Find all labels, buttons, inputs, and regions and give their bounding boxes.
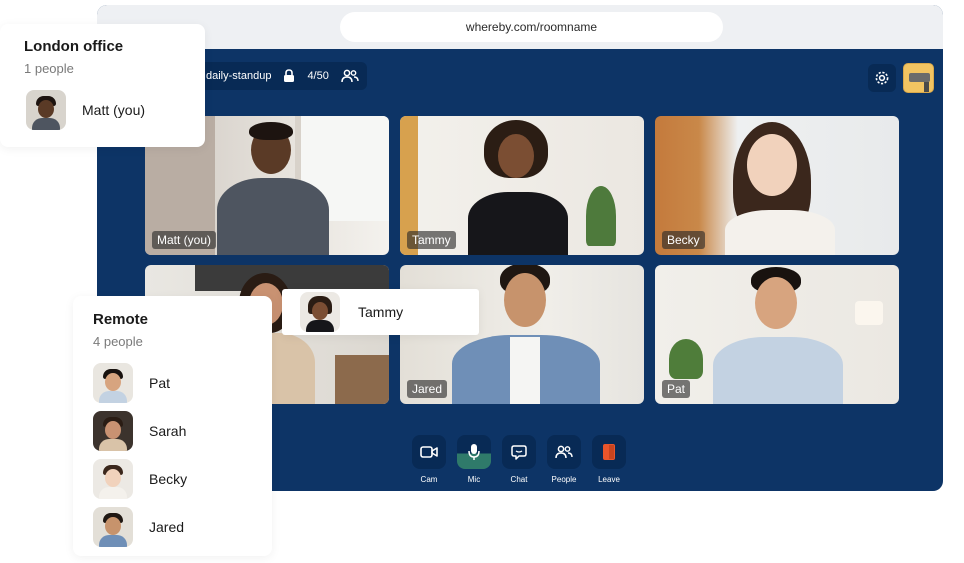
avatar — [93, 411, 133, 451]
mic-button[interactable] — [457, 435, 491, 469]
self-view-thumbnail[interactable] — [903, 63, 934, 93]
participant-name-tag: Becky — [662, 231, 705, 249]
member-item[interactable]: Sarah — [93, 411, 272, 451]
microphone-icon — [468, 444, 480, 460]
london-office-card: London office 1 people Matt (you) — [0, 24, 205, 147]
mic-control[interactable]: Mic — [456, 435, 492, 484]
room-name: daily-standup — [206, 70, 272, 82]
remote-card: Remote 4 people Pat Sarah Becky Jared — [73, 296, 272, 556]
member-name: Sarah — [149, 423, 187, 439]
member-name: Jared — [149, 519, 185, 535]
avatar — [26, 90, 66, 130]
group-title: Remote — [93, 311, 149, 328]
member-name: Pat — [149, 375, 171, 391]
people-button[interactable] — [547, 435, 581, 469]
avatar — [93, 363, 133, 403]
participant-name-tag: Pat — [662, 380, 691, 398]
avatar — [300, 292, 340, 332]
people-icon — [555, 445, 573, 459]
member-item[interactable]: Jared — [93, 507, 272, 547]
room-info-bar: daily-standup 4/50 — [198, 62, 367, 90]
participant-name-tag: Tammy — [407, 231, 456, 249]
member-item[interactable]: Matt (you) — [26, 90, 205, 130]
chat-icon — [511, 445, 527, 460]
camera-icon — [420, 446, 438, 458]
cam-button[interactable] — [412, 435, 446, 469]
mic-label: Mic — [467, 475, 481, 484]
people-label: People — [551, 475, 577, 484]
people-icon[interactable] — [341, 69, 359, 83]
browser-chrome: whereby.com/roomname — [97, 5, 943, 49]
member-name: Matt (you) — [82, 102, 146, 118]
group-title: London office — [24, 38, 124, 55]
leave-button[interactable] — [592, 435, 626, 469]
gear-icon — [875, 71, 889, 85]
leave-icon — [603, 444, 615, 460]
chat-control[interactable]: Chat — [501, 435, 537, 484]
cam-control[interactable]: Cam — [411, 435, 447, 484]
participant-count: 4/50 — [307, 70, 329, 82]
video-tile-becky[interactable]: Becky — [655, 116, 899, 255]
participant-name-tag: Matt (you) — [152, 231, 217, 249]
member-item[interactable]: Becky — [93, 459, 272, 499]
leave-control[interactable]: Leave — [591, 435, 627, 484]
avatar — [93, 507, 133, 547]
cam-label: Cam — [420, 475, 438, 484]
member-item[interactable]: Pat — [93, 363, 272, 403]
chat-label: Chat — [510, 475, 528, 484]
lock-icon[interactable] — [283, 69, 295, 83]
stage: whereby.com/roomname Matt (you) Tammy Be… — [0, 0, 964, 563]
chat-button[interactable] — [502, 435, 536, 469]
video-tile-pat[interactable]: Pat — [655, 265, 899, 404]
dragged-participant-chip[interactable]: Tammy — [282, 289, 479, 335]
settings-button[interactable] — [868, 64, 896, 92]
member-name: Becky — [149, 471, 188, 487]
people-control[interactable]: People — [546, 435, 582, 484]
participant-name-tag: Jared — [407, 380, 448, 398]
member-item[interactable]: Tammy — [300, 292, 479, 332]
avatar — [93, 459, 133, 499]
group-count: 1 people — [24, 61, 74, 76]
member-name: Tammy — [358, 304, 404, 320]
leave-label: Leave — [598, 475, 620, 484]
video-tile-tammy[interactable]: Tammy — [400, 116, 644, 255]
address-bar[interactable]: whereby.com/roomname — [340, 12, 723, 42]
group-count: 4 people — [93, 334, 143, 349]
